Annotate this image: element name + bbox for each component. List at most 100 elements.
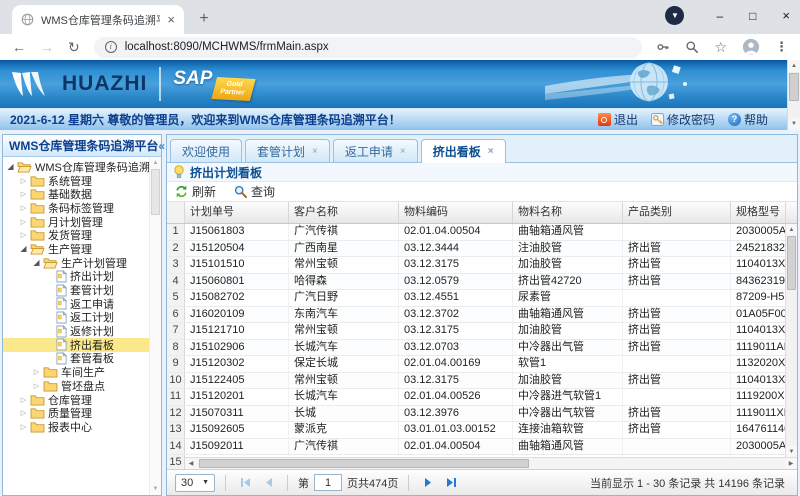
scroll-up-icon[interactable]: ▲ [150,157,161,168]
back-icon[interactable]: ← [12,40,26,54]
table-row[interactable]: 11J15120201长城汽车02.01.04.00526中冷器进气软管1111… [167,389,785,406]
table-row[interactable]: 6J16020109东南汽车03.12.3702曲轴箱通风管挤出管01A05F0… [167,307,785,324]
tree-node[interactable]: ▷质量管理 [3,406,149,420]
collapse-sidebar-icon[interactable]: « [158,139,165,153]
pager-last-button[interactable] [442,474,460,492]
reload-icon[interactable]: ↻ [68,40,80,54]
tab[interactable]: 返工申请× [333,139,418,162]
scroll-down-icon[interactable]: ▼ [788,118,800,130]
tree-expand-icon[interactable]: ▷ [18,409,29,417]
tree-expand-icon[interactable]: ▷ [18,177,29,185]
table-row[interactable]: 1J15061803广汽传祺02.01.04.00504曲轴箱通风管203000… [167,224,785,241]
scroll-up-icon[interactable]: ▲ [788,60,800,72]
browser-tab[interactable]: WMS仓库管理条码追溯平台 × [12,5,184,34]
grid-vertical-scrollbar[interactable]: ▲ ▼ [785,224,797,457]
tree-node-selected[interactable]: 挤出看板 [3,338,149,352]
tree-expand-icon[interactable]: ▷ [18,218,29,226]
browser-profile-button[interactable]: ▼ [665,6,684,25]
tree-node[interactable]: 套管看板 [3,352,149,366]
table-row[interactable]: 10J15122405常州宝顿03.12.3175加油胶管挤出管1104013X… [167,373,785,390]
tree-node[interactable]: ◢生产管理 [3,242,149,256]
page-size-select[interactable]: 30▼ [175,474,215,492]
table-row[interactable]: 3J15101510常州宝顿03.12.3175加油胶管挤出管1104013XS… [167,257,785,274]
tree-node[interactable]: 返修计划 [3,324,149,338]
tree-node[interactable]: ▷报表中心 [3,420,149,434]
tree-node[interactable]: ▷仓库管理 [3,393,149,407]
zoom-icon[interactable] [685,40,699,54]
frame-scrollbar[interactable]: ▲ ▼ [787,60,800,130]
scroll-left-icon[interactable]: ◀ [185,458,197,469]
sidebar-scrollbar[interactable]: ▲ ▼ [149,157,161,495]
pager-first-button[interactable] [236,474,254,492]
tab[interactable]: 欢迎使用 [170,139,242,162]
table-row[interactable]: 8J15102906长城汽车03.12.0703中冷器出气管挤出管1119011… [167,340,785,357]
tree-expand-icon[interactable]: ▷ [31,368,42,376]
tree-node[interactable]: ▷月计划管理 [3,215,149,229]
scroll-thumb[interactable] [151,169,160,215]
tree-collapse-icon[interactable]: ◢ [5,162,16,171]
password-key-icon[interactable] [656,40,670,54]
change-password-button[interactable]: 修改密码 [651,111,715,128]
window-minimize-button[interactable]: – [716,9,723,23]
grid-header-cell[interactable]: 计划单号 [185,202,289,223]
new-tab-button[interactable]: + [192,7,216,31]
tree-node[interactable]: 挤出计划 [3,270,149,284]
table-row[interactable]: 12J15070311长城03.12.3976中冷器出气软管挤出管1119011… [167,406,785,423]
window-close-button[interactable]: × [782,8,790,23]
pager-next-button[interactable] [419,474,437,492]
table-row[interactable]: 7J15121710常州宝顿03.12.3175加油胶管挤出管1104013XS… [167,323,785,340]
scroll-thumb[interactable] [199,459,529,468]
table-row[interactable]: 2J15120504广西南星03.12.3444注油胶管挤出管24521832 [167,241,785,258]
site-info-icon[interactable]: i [105,41,117,53]
tree-expand-icon[interactable]: ▷ [18,204,29,212]
tree-node[interactable]: 返工申请 [3,297,149,311]
refresh-button[interactable]: 刷新 [175,183,216,200]
tree-node[interactable]: ▷条码标签管理 [3,201,149,215]
pager-prev-button[interactable] [259,474,277,492]
tree-node[interactable]: ▷发货管理 [3,228,149,242]
tab-active[interactable]: 挤出看板× [421,139,506,163]
window-maximize-button[interactable]: □ [749,9,756,23]
grid-header-cell[interactable]: 客户名称 [289,202,399,223]
tab-close-icon[interactable]: × [488,146,494,157]
tab-close-icon[interactable]: × [312,146,318,157]
logout-button[interactable]: 退出 [598,111,638,128]
tree-expand-icon[interactable]: ▷ [18,423,29,431]
grid-header-cell[interactable]: 物料名称 [513,202,623,223]
scroll-thumb[interactable] [789,73,799,101]
scroll-down-icon[interactable]: ▼ [150,483,161,494]
browser-menu-icon[interactable]: ⋮ [775,39,788,55]
tree-node[interactable]: ▷基础数据 [3,187,149,201]
table-row[interactable]: 4J15060801哈得森03.12.0579挤出管42720挤出管843623… [167,274,785,291]
tree-node[interactable]: 套管计划 [3,283,149,297]
scroll-thumb[interactable] [787,236,796,290]
tree-node[interactable]: 返工计划 [3,311,149,325]
table-row[interactable]: 14J15092011广汽传祺02.01.04.00504曲轴箱通风管20300… [167,439,785,456]
tree-node[interactable]: ◢生产计划管理 [3,256,149,270]
table-row[interactable]: 13J15092605蒙派克03.01.01.03.00152连接油箱软管挤出管… [167,422,785,439]
scroll-up-icon[interactable]: ▲ [786,224,797,235]
table-row[interactable]: 5J15082702广汽日野03.12.4551尿素管87209-H56A [167,290,785,307]
tree-expand-icon[interactable]: ▷ [18,396,29,404]
profile-avatar-icon[interactable] [742,38,760,56]
tree-expand-icon[interactable]: ▷ [31,382,42,390]
table-row[interactable]: 9J15120302保定长城02.01.04.00169软管11132020XK… [167,356,785,373]
tree-node[interactable]: ▷系统管理 [3,174,149,188]
tree-expand-icon[interactable]: ▷ [18,231,29,239]
grid-horizontal-scrollbar[interactable]: ◀ ▶ [185,457,797,469]
tree-node[interactable]: ◢WMS仓库管理条码追溯系统 [3,160,149,174]
help-button[interactable]: ? 帮助 [728,111,768,128]
search-button[interactable]: 查询 [234,183,275,200]
tree-node[interactable]: ▷管坯盘点 [3,379,149,393]
tree-node[interactable]: ▷车间生产 [3,365,149,379]
grid-header-cell[interactable]: 产品类别 [623,202,731,223]
tab-close-icon[interactable]: × [400,146,406,157]
scroll-right-icon[interactable]: ▶ [785,458,797,469]
tree-collapse-icon[interactable]: ◢ [18,244,29,253]
page-number-input[interactable]: 1 [314,474,342,491]
grid-header-cell[interactable]: 规格型号 [731,202,785,223]
scroll-down-icon[interactable]: ▼ [786,446,797,457]
url-field[interactable]: i localhost:8090/MCHWMS/frmMain.aspx [94,37,643,58]
tab[interactable]: 套管计划× [245,139,330,162]
tab-close-icon[interactable]: × [167,13,175,26]
